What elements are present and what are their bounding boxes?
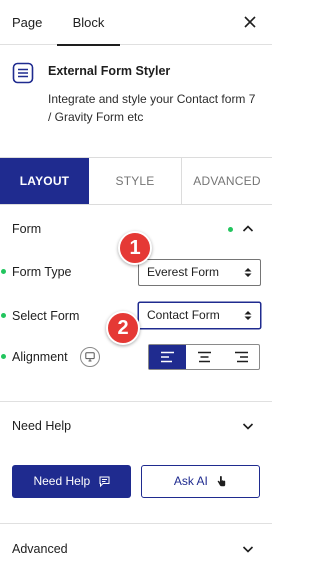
tab-page[interactable]: Page [12,0,42,45]
annotation-badge-2: 2 [106,311,140,345]
status-dot [228,227,233,232]
divider [0,401,272,402]
block-card: External Form Styler Integrate and style… [0,46,272,156]
align-center-button[interactable] [186,345,223,369]
tab-block[interactable]: Block [57,0,120,46]
alignment-button-group [148,344,260,370]
need-help-panel-title[interactable]: Need Help [12,419,71,433]
align-left-icon [161,351,174,363]
advanced-panel-title[interactable]: Advanced [12,542,68,556]
annotation-badge-1: 1 [118,231,152,265]
sidebar-tab-bar: Page Block [0,0,272,46]
close-icon[interactable] [240,12,260,32]
pointer-hand-icon [217,476,226,487]
align-center-icon [198,351,211,363]
ask-ai-button[interactable]: Ask AI [141,465,260,498]
tab-layout[interactable]: LAYOUT [0,158,89,204]
form-list-icon [12,62,34,84]
chat-icon [99,476,110,488]
select-arrows-icon [244,311,252,320]
form-panel-title: Form [12,222,42,236]
form-type-label: Form Type [12,265,72,279]
chevron-down-icon[interactable] [241,542,255,556]
alignment-label: Alignment [12,350,68,364]
chevron-up-icon[interactable] [241,222,255,236]
tab-advanced[interactable]: ADVANCED [182,158,272,204]
tab-block-label: Block [72,15,105,30]
align-right-button[interactable] [223,345,260,369]
form-type-value: Everest Form [147,265,220,279]
select-form-value: Contact Form [147,308,220,322]
desktop-icon [85,352,95,362]
responsive-dot [1,354,6,359]
settings-tabs: LAYOUT STYLE ADVANCED [0,157,272,205]
responsive-dot [1,269,6,274]
select-arrows-icon [244,268,252,277]
block-title: External Form Styler [48,64,171,78]
form-type-select[interactable]: Everest Form [138,259,261,286]
block-description: Integrate and style your Contact form 7 … [48,92,256,124]
chevron-down-icon[interactable] [241,419,255,433]
tab-style[interactable]: STYLE [89,158,182,204]
responsive-dot [1,313,6,318]
align-right-icon [235,351,248,363]
responsive-device-button[interactable] [80,347,100,367]
ask-ai-button-label: Ask AI [173,474,208,488]
select-form-label: Select Form [12,309,80,323]
divider [0,523,272,524]
need-help-button[interactable]: Need Help [12,465,131,498]
select-form-select[interactable]: Contact Form [138,302,261,329]
align-left-button[interactable] [149,345,186,369]
need-help-button-label: Need Help [33,474,91,488]
